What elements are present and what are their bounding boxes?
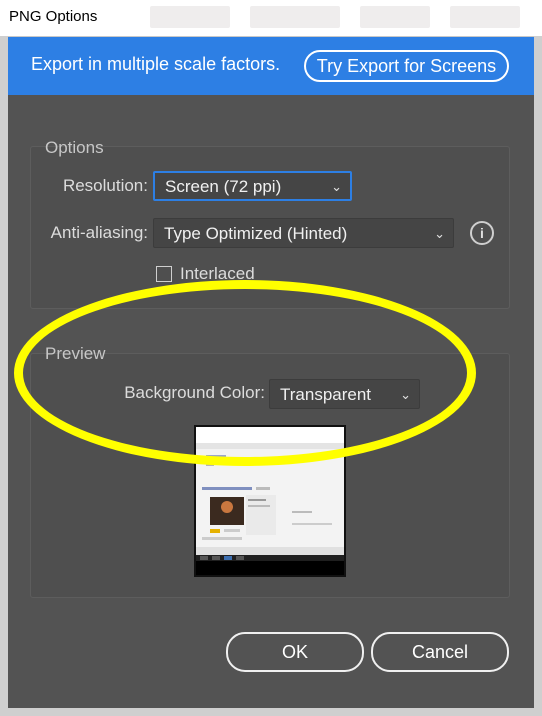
window-title: PNG Options <box>9 8 98 25</box>
resolution-label: Resolution: <box>62 176 148 195</box>
interlaced-checkbox[interactable] <box>156 266 172 282</box>
background-blur <box>360 6 430 28</box>
antialiasing-dropdown[interactable]: Type Optimized (Hinted) ⌄ <box>153 218 454 248</box>
background-blur <box>150 6 230 28</box>
chevron-down-icon: ⌄ <box>331 179 342 194</box>
cancel-button[interactable]: Cancel <box>371 632 509 672</box>
window-frame-left <box>0 36 8 716</box>
background-color-label: Background Color: <box>124 383 265 402</box>
preview-image <box>196 427 344 575</box>
antialiasing-label: Anti-aliasing: <box>50 223 148 242</box>
png-options-dialog: PNG Options Export in multiple scale fac… <box>0 0 542 716</box>
banner-text: Export in multiple scale factors. <box>31 54 281 74</box>
dialog-content: Options Resolution: Screen (72 ppi) ⌄ An… <box>8 95 534 708</box>
resolution-dropdown[interactable]: Screen (72 ppi) ⌄ <box>153 171 352 201</box>
background-color-dropdown[interactable]: Transparent ⌄ <box>269 379 420 409</box>
options-group-label: Options <box>45 138 104 157</box>
antialiasing-value: Type Optimized (Hinted) <box>164 224 348 243</box>
window-frame-bottom <box>0 708 542 716</box>
chevron-down-icon: ⌄ <box>400 387 411 402</box>
export-banner: Export in multiple scale factors. Try Ex… <box>8 37 534 95</box>
preview-thumbnail <box>194 425 346 577</box>
info-icon[interactable]: i <box>470 221 494 245</box>
interlaced-label: Interlaced <box>180 264 255 283</box>
ok-button[interactable]: OK <box>226 632 364 672</box>
chevron-down-icon: ⌄ <box>434 226 445 241</box>
background-blur <box>450 6 520 28</box>
background-blur <box>250 6 340 28</box>
background-color-value: Transparent <box>280 385 372 404</box>
preview-group-label: Preview <box>45 344 106 363</box>
resolution-value: Screen (72 ppi) <box>165 177 282 196</box>
try-export-for-screens-button[interactable]: Try Export for Screens <box>304 50 509 82</box>
title-bar: PNG Options <box>0 0 542 37</box>
window-frame-right <box>534 36 542 716</box>
